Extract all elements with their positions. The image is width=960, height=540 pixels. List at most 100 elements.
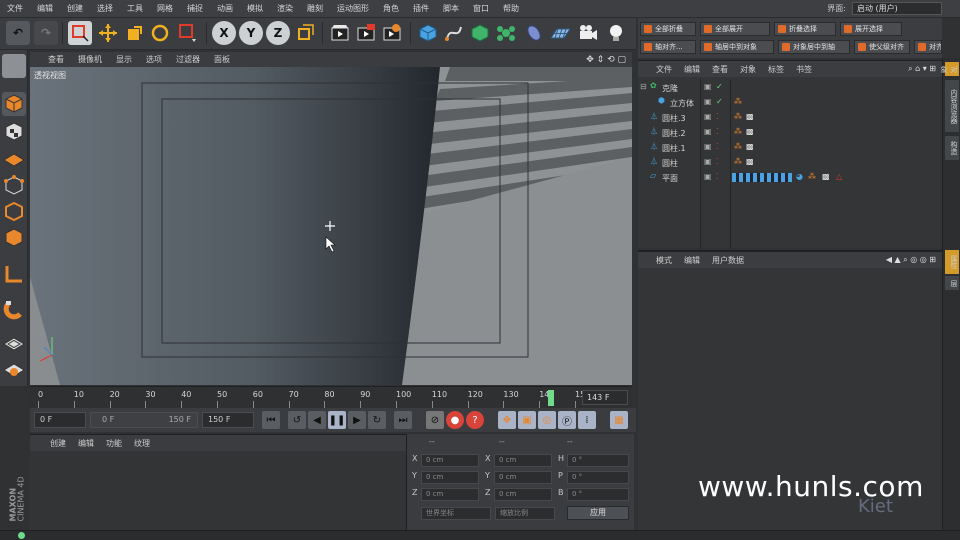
position-z-field[interactable]: 0 cm	[421, 488, 479, 501]
phong-tag-icon[interactable]: ⁂	[734, 157, 742, 166]
light-icon[interactable]	[604, 21, 628, 45]
layer-icon[interactable]: ▣	[704, 157, 712, 166]
layer-icon[interactable]: ▣	[704, 127, 712, 136]
polygons-mode-icon[interactable]	[2, 226, 26, 250]
previous-key-icon[interactable]: ↺	[288, 411, 306, 429]
size-z-field[interactable]: 0 cm	[494, 488, 552, 501]
menu-mograph[interactable]: 运动图形	[330, 3, 376, 14]
material-menu-texture[interactable]: 纹理	[128, 438, 156, 449]
material-tag-icon[interactable]: ▩	[822, 172, 830, 181]
rotation-b-field[interactable]: 0 °	[567, 488, 629, 501]
redo-icon[interactable]: ↷	[34, 21, 58, 45]
scale-mode-select[interactable]: 缩放比例	[495, 507, 555, 520]
workplane-mode-icon[interactable]	[2, 146, 26, 170]
attr-menu-edit[interactable]: 编辑	[678, 255, 706, 266]
om-menu-bookmarks[interactable]: 书签	[790, 64, 818, 75]
snap-magnet-icon[interactable]	[2, 298, 26, 322]
spline-pen-icon[interactable]	[442, 21, 466, 45]
axis-center-to-object-button[interactable]: 轴居中到对象	[700, 40, 774, 54]
workplane-lock-icon[interactable]	[2, 332, 26, 356]
floor-icon[interactable]	[548, 21, 572, 45]
menu-snap[interactable]: 捕捉	[180, 3, 210, 14]
layer-icon[interactable]: ▣	[704, 82, 712, 91]
layout-select[interactable]: 启动 (用户)	[852, 2, 942, 15]
object-center-to-axis-button[interactable]: 对象居中到轴	[778, 40, 850, 54]
menu-create[interactable]: 创建	[60, 3, 90, 14]
align-to-parent-2-button[interactable]: 对齐到父	[914, 40, 942, 54]
menu-render[interactable]: 渲染	[270, 3, 300, 14]
attr-menu-userdata[interactable]: 用户数据	[706, 255, 750, 266]
object-row-plane[interactable]: ⏥ 平面 ▣ ⁚ ◕ ⁂ ▩ △	[638, 171, 942, 186]
make-editable-icon[interactable]	[2, 54, 26, 78]
viewport-menu-display[interactable]: 显示	[109, 54, 139, 65]
apply-button[interactable]: 应用	[567, 506, 629, 520]
render-view-icon[interactable]	[328, 21, 352, 45]
end-frame-field[interactable]: 150 F	[202, 412, 254, 428]
texture-tag-icon[interactable]: ◕	[796, 172, 803, 181]
om-menu-edit[interactable]: 编辑	[678, 64, 706, 75]
object-row-cube[interactable]: ⬢ 立方体 ▣ ✓ ⁂	[638, 96, 942, 111]
layer-icon[interactable]: ▣	[704, 142, 712, 151]
phong-tag-icon[interactable]: ⁂	[734, 127, 742, 136]
object-row-cylinder-1[interactable]: ⏃ 圆柱.1 ▣ ⁚ ⁂ ▩	[638, 141, 942, 156]
texture-mode-icon[interactable]	[2, 120, 26, 144]
render-picture-viewer-icon[interactable]	[354, 21, 378, 45]
tab-content-browser[interactable]: 内容浏览器	[945, 80, 959, 132]
start-frame-field[interactable]: 0 F	[34, 412, 86, 428]
menu-simulate[interactable]: 模拟	[240, 3, 270, 14]
size-x-field[interactable]: 0 cm	[494, 454, 552, 467]
recent-tool-icon[interactable]	[176, 21, 200, 45]
pause-icon[interactable]: ❚❚	[328, 411, 346, 429]
axis-z-button[interactable]: Z	[266, 21, 290, 45]
rotate-icon[interactable]	[148, 21, 172, 45]
tab-attributes[interactable]: 属性	[945, 250, 959, 274]
visibility-dots-icon[interactable]: ⁚	[716, 172, 719, 181]
record-disabled-icon[interactable]: ⊘	[426, 411, 444, 429]
cloner-icon[interactable]	[494, 21, 518, 45]
menu-tools[interactable]: 工具	[120, 3, 150, 14]
om-menu-file[interactable]: 文件	[650, 64, 678, 75]
phong-tag-icon[interactable]: ⁂	[808, 172, 816, 181]
phong-tag-icon[interactable]: ⁂	[734, 97, 742, 106]
cube-primitive-icon[interactable]	[416, 21, 440, 45]
tab-objects[interactable]: 对象	[940, 62, 959, 76]
points-mode-icon[interactable]	[2, 174, 26, 198]
coordinate-mode-select[interactable]: 世界坐标	[421, 507, 491, 520]
object-row-cylinder-2[interactable]: ⏃ 圆柱.2 ▣ ⁚ ⁂ ▩	[638, 126, 942, 141]
current-frame-field[interactable]: 143 F	[582, 390, 628, 405]
autokey-icon[interactable]: ?	[466, 411, 484, 429]
viewport-menu-options[interactable]: 选项	[139, 54, 169, 65]
scale-icon[interactable]	[122, 21, 146, 45]
undo-icon[interactable]: ↶	[6, 21, 30, 45]
menu-plugins[interactable]: 插件	[406, 3, 436, 14]
menu-help[interactable]: 帮助	[496, 3, 526, 14]
menu-animate[interactable]: 动画	[210, 3, 240, 14]
size-y-field[interactable]: 0 cm	[494, 471, 552, 484]
live-select-icon[interactable]	[68, 21, 92, 45]
preview-range-slider[interactable]: 0 F 150 F	[90, 412, 198, 428]
perspective-viewport[interactable]: 透视视图	[30, 67, 632, 385]
camera-icon[interactable]	[576, 21, 600, 45]
coordinate-system-icon[interactable]	[294, 21, 318, 45]
visibility-dots-icon[interactable]: ⁚	[716, 157, 719, 166]
om-menu-view[interactable]: 查看	[706, 64, 734, 75]
render-settings-icon[interactable]	[380, 21, 404, 45]
object-row-cloner[interactable]: ⊟ ✿ 克隆 ▣ ✓	[638, 81, 942, 96]
timeline-ruler[interactable]: 0102030405060708090100110120130140150 14…	[30, 386, 632, 408]
viewport-nav-icons[interactable]: ✥ ⇕ ⟲ ▢	[586, 55, 632, 65]
menu-script[interactable]: 脚本	[436, 3, 466, 14]
layer-icon[interactable]: ▣	[704, 112, 712, 121]
attr-nav-icons[interactable]: ◀ ▲ ⌕ ◎ ◎ ⊞	[886, 255, 942, 265]
collapse-all-button[interactable]: 全部折叠	[640, 22, 696, 36]
axis-mode-icon[interactable]	[2, 262, 26, 286]
next-frame-icon[interactable]: ▶	[348, 411, 366, 429]
om-menu-tags[interactable]: 标签	[762, 64, 790, 75]
phong-tag-icon[interactable]: ⁂	[734, 112, 742, 121]
object-row-cylinder[interactable]: ⏃ 圆柱 ▣ ⁚ ⁂ ▩	[638, 156, 942, 171]
previous-frame-icon[interactable]: ◀	[308, 411, 326, 429]
collapse-selected-button[interactable]: 折叠选择	[774, 22, 836, 36]
key-pla-icon[interactable]: ⁞	[578, 411, 596, 429]
menu-mesh[interactable]: 网格	[150, 3, 180, 14]
axis-x-button[interactable]: X	[212, 21, 236, 45]
expand-toggle-icon[interactable]: ⊟	[640, 82, 647, 91]
